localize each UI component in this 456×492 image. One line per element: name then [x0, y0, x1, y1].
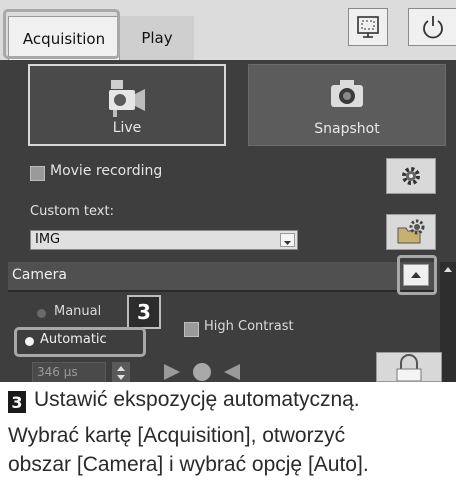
custom-text-label: Custom text:: [30, 204, 114, 219]
exposure-stepper[interactable]: [112, 362, 130, 382]
step-instruction-line2: obszar [Camera] i wybrać opcję [Auto].: [8, 453, 369, 476]
automatic-highlight: [14, 327, 146, 357]
scroll-up-icon: [444, 267, 452, 272]
power-icon: [422, 16, 443, 39]
movie-recording-checkbox[interactable]: [30, 166, 45, 181]
folder-gear-icon: [397, 219, 425, 244]
caption-step-badge: 3: [8, 391, 26, 413]
manual-radio[interactable]: [37, 309, 46, 318]
custom-text-value: IMG: [35, 232, 61, 247]
tab-play[interactable]: Play: [120, 16, 194, 60]
video-camera-icon: [109, 80, 145, 117]
snapshot-label: Snapshot: [314, 121, 380, 137]
lock-icon: [396, 354, 422, 382]
arrow-right-icon: [164, 364, 180, 380]
manual-label: Manual: [54, 304, 102, 319]
movie-recording-label: Movie recording: [50, 163, 163, 179]
power-button[interactable]: [408, 8, 456, 46]
acquisition-tab-highlight: [3, 9, 120, 59]
camera-section-title: Camera: [12, 267, 67, 283]
step-number-badge: 3: [127, 295, 161, 329]
scrollbar[interactable]: [440, 262, 456, 382]
snapshot-button[interactable]: Snapshot: [248, 64, 446, 146]
arrow-left-icon: [224, 364, 240, 380]
collapse-button-highlight: [397, 255, 437, 295]
gear-icon: [402, 167, 420, 185]
live-label: Live: [112, 120, 142, 136]
slider-knob: [193, 363, 211, 381]
step-title: Ustawić ekspozycję automatyczną.: [34, 388, 360, 411]
exposure-lock-button[interactable]: [376, 352, 442, 382]
photo-camera-icon: [331, 80, 363, 107]
instruction-caption: 3 Ustawić ekspozycję automatyczną. Wybra…: [0, 382, 456, 492]
exposure-time-field[interactable]: 346 µs: [32, 362, 106, 382]
acquisition-panel: Acquisition Play Live Snapshot Movie rec…: [0, 0, 456, 382]
high-contrast-checkbox[interactable]: [184, 322, 199, 337]
custom-text-dropdown[interactable]: IMG: [30, 230, 298, 250]
exposure-slider[interactable]: [162, 360, 242, 382]
settings-button[interactable]: [386, 158, 436, 194]
display-fit-button[interactable]: [348, 8, 388, 46]
section-divider: [8, 290, 436, 292]
step-instruction-line1: Wybrać kartę [Acquisition], otworzyć: [8, 424, 346, 447]
camera-section-header[interactable]: [8, 262, 436, 290]
high-contrast-label: High Contrast: [204, 319, 294, 334]
folder-settings-button[interactable]: [386, 214, 436, 250]
display-fit-icon: [357, 16, 379, 38]
exposure-value: 346 µs: [37, 365, 78, 379]
chevron-down-icon[interactable]: [280, 233, 295, 247]
live-button[interactable]: Live: [28, 64, 226, 146]
